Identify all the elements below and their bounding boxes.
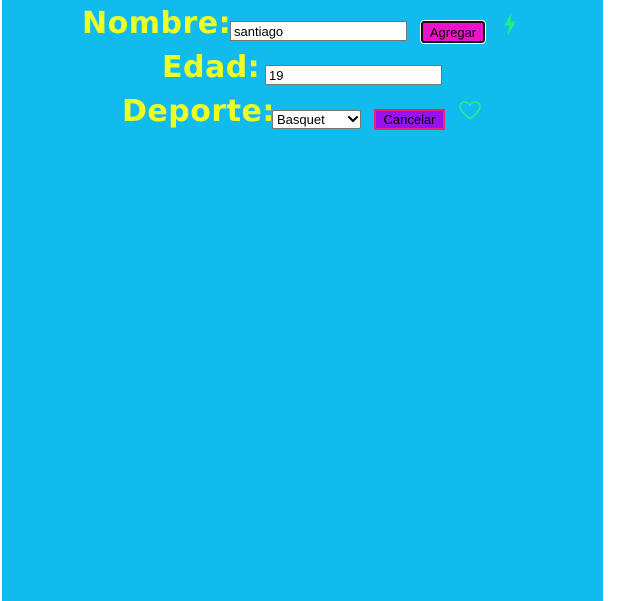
lightning-bolt-icon[interactable] [503, 13, 517, 35]
nombre-input[interactable] [230, 21, 407, 41]
form-panel: Nombre: Agregar Edad: Deporte: Basquet C… [2, 0, 603, 601]
deporte-row: Deporte: [122, 94, 275, 130]
deporte-select-value: Basquet [277, 112, 325, 127]
chevron-down-icon [346, 116, 360, 123]
nombre-label: Nombre: [82, 6, 232, 41]
edad-row: Edad: [162, 50, 260, 86]
heart-outline-icon[interactable] [459, 101, 481, 121]
cancelar-button[interactable]: Cancelar [374, 109, 445, 130]
deporte-label: Deporte: [122, 94, 275, 129]
edad-label: Edad: [162, 50, 261, 85]
deporte-select[interactable]: Basquet [272, 110, 361, 129]
nombre-row: Nombre: [82, 6, 231, 42]
agregar-button[interactable]: Agregar [420, 20, 486, 44]
edad-input[interactable] [265, 65, 442, 85]
